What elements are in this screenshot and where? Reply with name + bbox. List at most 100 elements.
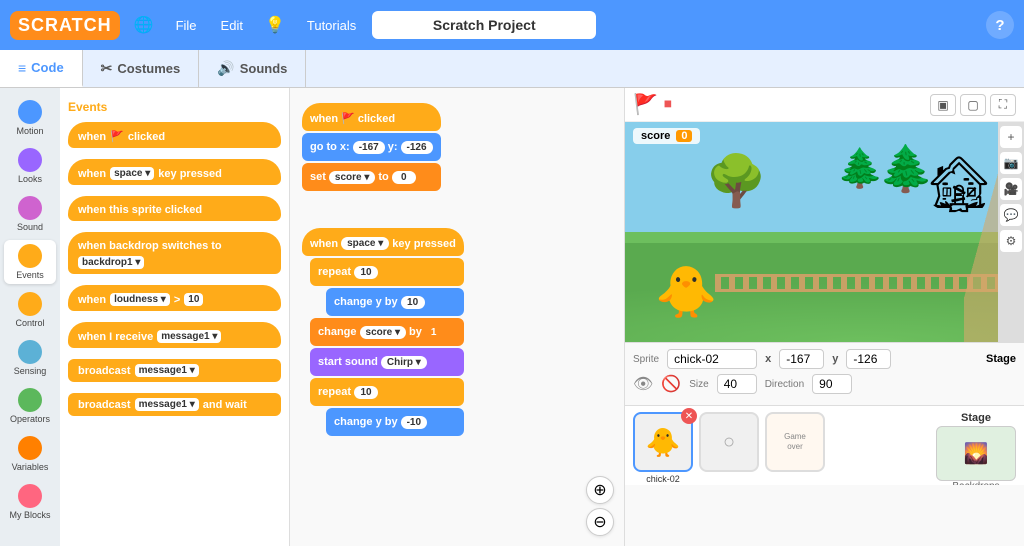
stage-section-header: Stage (986, 353, 1016, 365)
green-flag-button[interactable]: 🚩 (633, 92, 658, 117)
sprite-thumb3-container: Gameover (765, 412, 825, 472)
sidebar-item-sound[interactable]: Sound (4, 192, 56, 236)
variables-label: Variables (12, 462, 49, 472)
block-when-loudness[interactable]: when loudness ▾ > 10 (68, 285, 281, 311)
file-menu-button[interactable]: File (168, 14, 205, 37)
sidebar-item-myblocks[interactable]: My Blocks (4, 480, 56, 524)
sounds-tab-icon: 🔊 (217, 60, 234, 77)
block-when-sprite-clicked[interactable]: when this sprite clicked (68, 196, 281, 221)
sprite-thumb-blank[interactable]: ○ (699, 412, 759, 472)
zoom-out-button[interactable]: ⊖ (586, 508, 614, 536)
block-change-y-10[interactable]: change y by 10 (326, 288, 464, 316)
sensing-dot (18, 340, 42, 364)
x-coord-label: x (765, 353, 771, 365)
tab-sounds[interactable]: 🔊 Sounds (199, 50, 306, 87)
y-coord-label: y (832, 353, 838, 365)
zoom-controls: ⊕ ⊖ (586, 476, 614, 536)
block-when-backdrop[interactable]: when backdrop switches to backdrop1 ▾ (68, 232, 281, 274)
block-when-flag-clicked[interactable]: when 🚩 clicked (68, 122, 281, 148)
size-input[interactable] (717, 374, 757, 394)
block-hat-flag[interactable]: when 🚩 clicked (302, 103, 441, 131)
stage-tree-center: 🌲 (837, 147, 884, 191)
sidebar-item-sensing[interactable]: Sensing (4, 336, 56, 380)
sprite-thumb-game-over[interactable]: Gameover (765, 412, 825, 472)
block-palette: Events when 🚩 clicked when space ▾ key p… (60, 88, 290, 546)
variables-dot (18, 436, 42, 460)
stage-control-buttons: 🚩 ⏹ (633, 92, 672, 117)
show-sprite-button[interactable]: 👁 (633, 374, 653, 394)
stage-tool-tts[interactable]: 💬 (1000, 204, 1022, 226)
stage-backdrop-thumb[interactable]: 🌄 (936, 426, 1016, 481)
stage-fullscreen-button[interactable]: ⛶ (990, 94, 1016, 116)
lightbulb-icon[interactable]: 💡 (259, 11, 291, 39)
tab-code[interactable]: ≡ Code (0, 50, 83, 87)
scratch-logo[interactable]: SCRATCH (10, 11, 120, 40)
zoom-in-button[interactable]: ⊕ (586, 476, 614, 504)
stage-medium-button[interactable]: ▢ (960, 94, 986, 116)
sidebar-item-motion[interactable]: Motion (4, 96, 56, 140)
hide-sprite-button[interactable]: 🚫 (661, 374, 681, 394)
costumes-tab-icon: ✂ (101, 60, 113, 77)
stage-toolbar: 🚩 ⏹ ▣ ▢ ⛶ (625, 88, 1024, 122)
motion-dot (18, 100, 42, 124)
globe-button[interactable]: 🌐 (128, 11, 160, 39)
stage-tool-settings[interactable]: ⚙ (1000, 230, 1022, 252)
direction-label: Direction (765, 379, 804, 390)
block-broadcast[interactable]: broadcast message1 ▾ (68, 359, 281, 382)
block-categories-sidebar: Motion Looks Sound Events Control Sensin… (0, 88, 60, 546)
motion-label: Motion (16, 126, 43, 136)
stage-tool-camera[interactable]: 📷 (1000, 152, 1022, 174)
score-label: score (641, 130, 670, 142)
sidebar-item-looks[interactable]: Looks (4, 144, 56, 188)
block-start-sound[interactable]: start sound Chirp ▾ (310, 348, 464, 376)
sprite-name-input[interactable] (667, 349, 757, 369)
edit-menu-button[interactable]: Edit (213, 14, 251, 37)
block-repeat-10[interactable]: repeat 10 (310, 258, 464, 286)
tab-costumes-label: Costumes (117, 61, 180, 76)
direction-input[interactable] (812, 374, 852, 394)
events-label: Events (16, 270, 44, 280)
stage-section: Stage 🌄 Backdrops 2 (936, 412, 1016, 485)
sprite-thumb-container: 🐥 ✕ chick-02 (633, 412, 693, 484)
block-go-to-xy[interactable]: go to x: -167 y: -126 (302, 133, 441, 161)
stage-chick-sprite: 🐥 (655, 263, 717, 322)
block-hat-space[interactable]: when space ▾ key pressed (302, 228, 464, 256)
script-area[interactable]: when 🚩 clicked go to x: -167 y: -126 set… (290, 88, 624, 546)
block-set-score[interactable]: set score ▾ to 0 (302, 163, 441, 191)
help-button[interactable]: ? (986, 11, 1014, 39)
sprite-thumb2-container: ○ (699, 412, 759, 472)
sprite-thumb-chick[interactable]: 🐥 ✕ (633, 412, 693, 472)
stop-button[interactable]: ⏹ (664, 96, 672, 114)
tab-costumes[interactable]: ✂ Costumes (83, 50, 200, 87)
events-dot (18, 244, 42, 268)
topbar: SCRATCH 🌐 File Edit 💡 Tutorials ? (0, 0, 1024, 50)
sidebar-item-control[interactable]: Control (4, 288, 56, 332)
delete-sprite-button[interactable]: ✕ (681, 408, 697, 424)
tutorials-button[interactable]: Tutorials (299, 14, 364, 37)
project-title-input[interactable] (372, 11, 596, 39)
sidebar-item-events[interactable]: Events (4, 240, 56, 284)
stage-tool-video[interactable]: 🎥 (1000, 178, 1022, 200)
sidebar-item-operators[interactable]: Operators (4, 384, 56, 428)
tab-code-label: Code (31, 60, 64, 75)
sidebar-item-variables[interactable]: Variables (4, 432, 56, 476)
block-broadcast-wait[interactable]: broadcast message1 ▾ and wait (68, 393, 281, 416)
palette-category-label: Events (68, 100, 281, 114)
game-over-sprite-icon: Gameover (784, 432, 806, 451)
block-change-score[interactable]: change score ▾ by 1 (310, 318, 464, 346)
blank-sprite-icon: ○ (723, 431, 735, 454)
stage-small-button[interactable]: ▣ (930, 94, 956, 116)
block-when-key-pressed[interactable]: when space ▾ key pressed (68, 159, 281, 185)
sprite-info-row1: Sprite x y Stage (633, 349, 1016, 369)
main-content: Motion Looks Sound Events Control Sensin… (0, 88, 1024, 546)
control-label: Control (15, 318, 44, 328)
sprite-info-panel: Sprite x y Stage 👁 🚫 Size Direction (625, 342, 1024, 405)
x-coord-input[interactable] (779, 349, 824, 369)
stage-backdrop-label: Backdrops (952, 481, 999, 485)
block-repeat-10b[interactable]: repeat 10 (310, 378, 464, 406)
y-coord-input[interactable] (846, 349, 891, 369)
block-change-y-neg10[interactable]: change y by -10 (326, 408, 464, 436)
script-flag-clicked: when 🚩 clicked go to x: -167 y: -126 set… (302, 103, 441, 191)
block-when-receive[interactable]: when I receive message1 ▾ (68, 322, 281, 348)
stage-tool-expand[interactable]: + (1000, 126, 1022, 148)
